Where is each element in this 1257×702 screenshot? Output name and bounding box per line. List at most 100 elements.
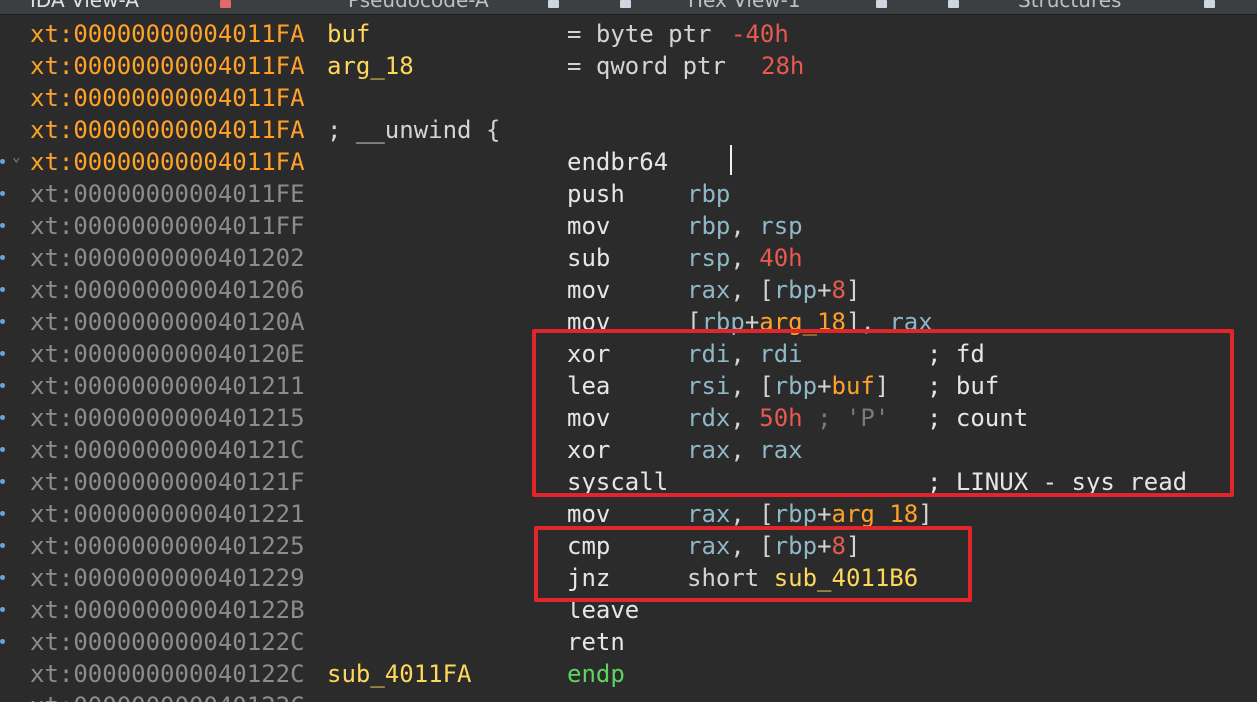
address: xt:00000000004011FA	[30, 148, 305, 176]
register: rbp	[687, 212, 731, 240]
listing-row[interactable]: xt:00000000004011FA ; __unwind {	[0, 114, 1257, 146]
mnemonic: retn	[567, 628, 625, 656]
stack-var-name[interactable]: buf	[327, 18, 370, 50]
read-syscall-highlight-box	[532, 329, 1234, 497]
address: xt:00000000004011FA	[30, 20, 305, 48]
operands: rbp, rsp	[687, 210, 803, 242]
address: xt:0000000000401215	[30, 404, 305, 432]
immediate: 40h	[759, 244, 803, 272]
tab-label: Pseudocode-A	[348, 0, 489, 12]
plus-sign: +	[817, 500, 832, 528]
breakpoint-dot-icon[interactable]	[0, 383, 5, 388]
tab-label: IDA View-A	[30, 0, 139, 12]
var-type: = byte ptr	[567, 20, 712, 48]
address: xt:00000000004011FE	[30, 180, 305, 208]
close-icon[interactable]	[548, 0, 559, 8]
stack-var-ref[interactable]: arg_18	[832, 500, 919, 528]
breakpoint-dot-icon[interactable]	[0, 191, 5, 196]
address: xt:00000000004011FA	[30, 84, 305, 112]
address: xt:000000000040122C	[30, 628, 305, 656]
breakpoint-dot-icon[interactable]	[0, 223, 5, 228]
listing-row-current[interactable]: ⌄ xt:00000000004011FA endbr64	[0, 146, 1257, 178]
register: rbp	[687, 180, 731, 208]
mnemonic: push	[567, 180, 625, 208]
breakpoint-dot-icon[interactable]	[0, 255, 5, 260]
tab-hex-view-1[interactable]: Hex View-1	[688, 0, 887, 14]
address: xt:000000000040120A	[30, 308, 305, 336]
breakpoint-dot-icon[interactable]	[0, 639, 5, 644]
breakpoint-dot-icon[interactable]	[0, 319, 5, 324]
address: xt:0000000000401221	[30, 500, 305, 528]
unwind-comment: ; __unwind {	[327, 116, 501, 144]
address: xt:0000000000401202	[30, 244, 305, 272]
bracket: ]	[845, 276, 861, 304]
breakpoint-dot-icon[interactable]	[0, 159, 5, 164]
listing-row[interactable]: xt:000000000040122C sub_4011FA endp	[0, 658, 1257, 690]
mnemonic: sub	[567, 244, 611, 272]
var-offset: -40h	[731, 20, 789, 48]
function-name[interactable]: sub_4011FA	[327, 658, 472, 690]
operands: rsp, 40h	[687, 242, 803, 274]
tab-structures[interactable]: Structures	[1018, 0, 1215, 14]
listing-row[interactable]: xt:00000000004011FA	[0, 82, 1257, 114]
listing-row[interactable]: xt:00000000004011FE push rbp	[0, 178, 1257, 210]
listing-row[interactable]: xt:0000000000401202 sub rsp, 40h	[0, 242, 1257, 274]
register: rax	[687, 276, 731, 304]
chevron-down-icon[interactable]: ⌄	[12, 150, 20, 164]
tab-ida-view-a[interactable]: IDA View-A	[30, 0, 231, 14]
separator: , [	[730, 500, 774, 528]
address: xt:00000000004011FA	[30, 116, 305, 144]
address: xt:0000000000401225	[30, 532, 305, 560]
separator: , [	[730, 276, 774, 304]
breakpoint-dot-icon[interactable]	[0, 415, 5, 420]
breakpoint-dot-icon[interactable]	[0, 511, 5, 516]
address: xt:0000000000401206	[30, 276, 305, 304]
tab-label: Structures	[1018, 0, 1122, 12]
close-icon[interactable]	[876, 0, 887, 8]
breakpoint-dot-icon[interactable]	[0, 479, 5, 484]
listing-row[interactable]: xt:00000000004011FA buf = byte ptr -40h	[0, 18, 1257, 50]
close-icon[interactable]	[1204, 0, 1215, 8]
register: rbp	[773, 276, 818, 304]
stack-var-name[interactable]: arg_18	[327, 50, 414, 82]
address: xt:0000000000401229	[30, 564, 305, 592]
register: rbp	[773, 500, 818, 528]
endp-keyword: endp	[567, 660, 625, 688]
register: rax	[687, 500, 731, 528]
breakpoint-dot-icon[interactable]	[0, 607, 5, 612]
immediate: 8	[831, 276, 846, 304]
register: rsp	[687, 244, 731, 272]
plus-sign: +	[817, 276, 832, 304]
listing-row[interactable]: xt:00000000004011FF mov rbp, rsp	[0, 210, 1257, 242]
cmp-jnz-highlight-box	[534, 526, 972, 602]
var-offset: 28h	[761, 52, 805, 80]
tab-pseudocode-a[interactable]: Pseudocode-A	[348, 0, 559, 14]
breakpoint-dot-icon[interactable]	[0, 543, 5, 548]
address: xt:00000000004011FF	[30, 212, 305, 240]
address: xt:000000000040122B	[30, 596, 305, 624]
view-icon	[620, 0, 631, 8]
listing-row[interactable]: xt:00000000004011FA arg_18 = qword ptr 2…	[0, 50, 1257, 82]
breakpoint-dot-icon[interactable]	[0, 287, 5, 292]
register: rsp	[759, 212, 803, 240]
tab-label: Hex View-1	[688, 0, 801, 12]
breakpoint-dot-icon[interactable]	[0, 575, 5, 580]
listing-row[interactable]: xt:000000000040122C	[0, 690, 1257, 702]
mnemonic: endbr64	[567, 148, 669, 176]
bracket: ]	[918, 500, 933, 528]
address: xt:000000000040120E	[30, 340, 305, 368]
address: xt:000000000040122C	[30, 690, 305, 702]
mnemonic: mov	[567, 276, 611, 304]
listing-row[interactable]: xt:000000000040122C retn	[0, 626, 1257, 658]
close-icon[interactable]	[220, 0, 231, 8]
address: xt:000000000040122C	[30, 660, 305, 688]
breakpoint-dot-icon[interactable]	[0, 351, 5, 356]
text-cursor	[730, 145, 732, 175]
address: xt:00000000004011FA	[30, 52, 305, 80]
tab-bar: IDA View-A Pseudocode-A Hex View-1 Struc…	[0, 0, 1257, 15]
operands: rax, [rbp+8]	[687, 274, 860, 306]
separator: ,	[730, 244, 760, 272]
var-type: = qword ptr	[567, 52, 726, 80]
breakpoint-dot-icon[interactable]	[0, 447, 5, 452]
listing-row[interactable]: xt:0000000000401206 mov rax, [rbp+8]	[0, 274, 1257, 306]
